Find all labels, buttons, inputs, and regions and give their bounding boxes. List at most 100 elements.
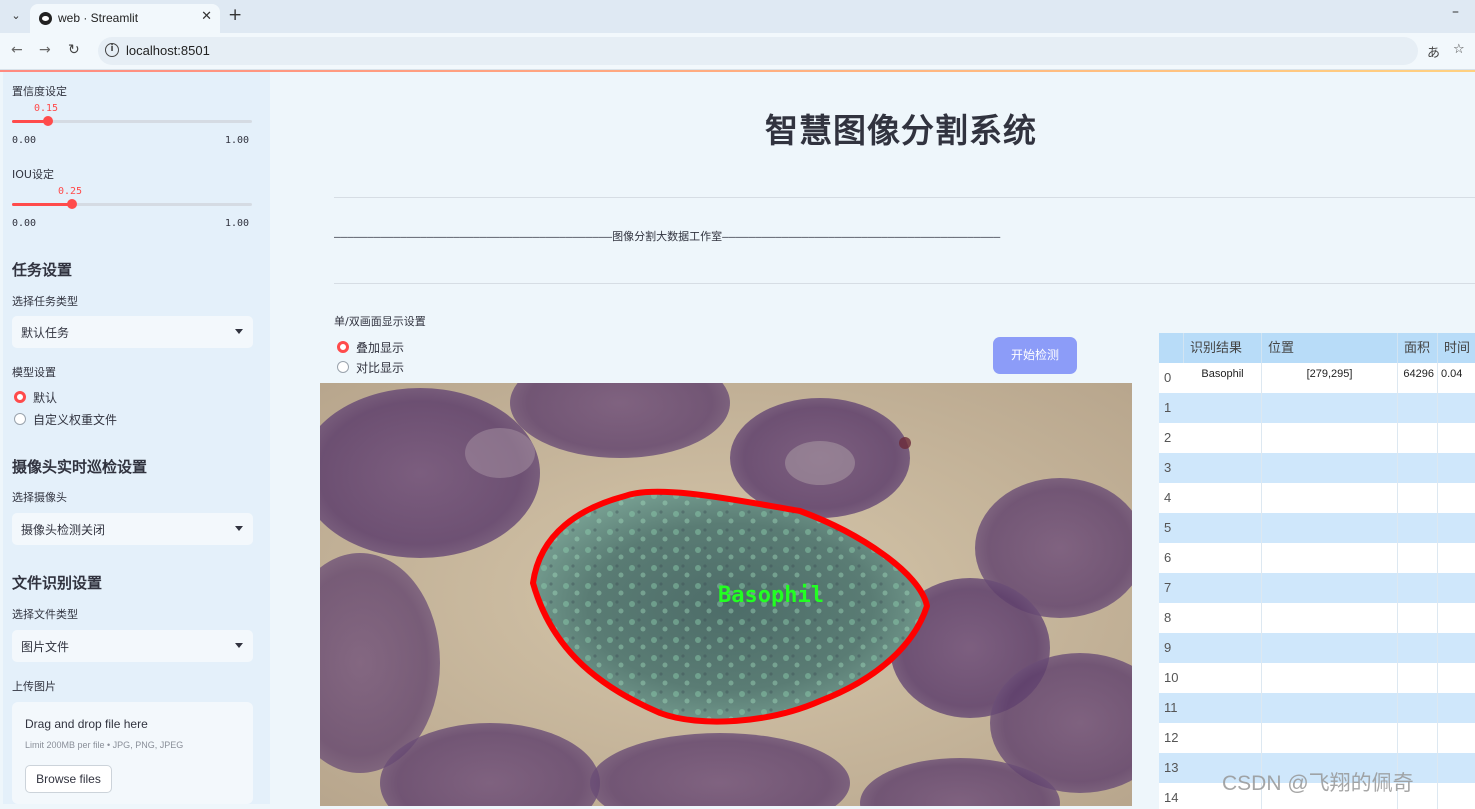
- table-row[interactable]: 0 Basophil [279,295] 64296 0.04: [1159, 363, 1475, 393]
- start-detection-button[interactable]: 开始检测: [993, 337, 1077, 374]
- browser-tab[interactable]: web · Streamlit ✕: [30, 4, 220, 33]
- table-row[interactable]: 9: [1159, 633, 1475, 663]
- row-index: 2: [1164, 430, 1172, 445]
- cell-area: [1398, 633, 1438, 663]
- new-tab-icon[interactable]: +: [228, 5, 242, 25]
- table-row[interactable]: 3: [1159, 453, 1475, 483]
- iou-slider-fill: [12, 203, 72, 206]
- url-field[interactable]: i localhost:8501: [98, 37, 1418, 65]
- table-row[interactable]: 2: [1159, 423, 1475, 453]
- table-row[interactable]: 1: [1159, 393, 1475, 423]
- cell-area: [1398, 453, 1438, 483]
- camera-settings-heading: 摄像头实时巡检设置: [12, 458, 148, 476]
- dropzone-limit: Limit 200MB per file • JPG, PNG, JPEG: [25, 740, 184, 750]
- task-type-select[interactable]: 默认任务: [12, 316, 253, 348]
- browse-files-button[interactable]: Browse files: [25, 765, 112, 793]
- row-index: 7: [1164, 580, 1172, 595]
- file-type-label: 选择文件类型: [12, 608, 78, 621]
- detection-label: Basophil: [718, 583, 824, 608]
- cell-position: [1262, 393, 1398, 423]
- cell-time: [1438, 453, 1475, 483]
- column-header[interactable]: 时间: [1438, 333, 1475, 363]
- chevron-down-icon: [235, 643, 243, 648]
- row-index: 0: [1164, 370, 1172, 385]
- cell-time: [1438, 723, 1475, 753]
- upload-label: 上传图片: [12, 680, 56, 693]
- cell-time: [1438, 423, 1475, 453]
- file-type-select[interactable]: 图片文件: [12, 630, 253, 662]
- table-row[interactable]: 10: [1159, 663, 1475, 693]
- dropzone-title: Drag and drop file here: [25, 717, 148, 731]
- confidence-max: 1.00: [225, 135, 250, 146]
- cell-result: [1184, 603, 1262, 633]
- microscopy-image: Basophil: [320, 383, 1132, 806]
- table-row[interactable]: 4: [1159, 483, 1475, 513]
- back-icon[interactable]: ←: [11, 42, 23, 58]
- column-header[interactable]: 面积: [1398, 333, 1438, 363]
- display-mode-label: 单/双画面显示设置: [334, 315, 426, 328]
- cell-area: [1398, 573, 1438, 603]
- radio-selected-icon[interactable]: [14, 391, 26, 403]
- cell-result: [1184, 453, 1262, 483]
- iou-slider[interactable]: [12, 199, 252, 209]
- cell-area: [1398, 423, 1438, 453]
- task-type-label: 选择任务类型: [12, 295, 78, 308]
- cell-area: [1398, 393, 1438, 423]
- site-info-icon[interactable]: i: [105, 43, 119, 57]
- radio-selected-icon[interactable]: [337, 341, 349, 353]
- iou-slider-thumb[interactable]: [67, 199, 77, 209]
- cell-result: [1184, 633, 1262, 663]
- table-row[interactable]: 12: [1159, 723, 1475, 753]
- address-bar: ← → ↻ i localhost:8501 あ ☆: [0, 33, 1475, 70]
- cell-time: [1438, 693, 1475, 723]
- tab-close-icon[interactable]: ✕: [201, 9, 212, 24]
- column-header[interactable]: 位置: [1262, 333, 1398, 363]
- cell-position: [1262, 483, 1398, 513]
- table-index-header: [1159, 333, 1184, 363]
- table-row[interactable]: 5: [1159, 513, 1475, 543]
- forward-icon[interactable]: →: [39, 42, 51, 58]
- table-row[interactable]: 8: [1159, 603, 1475, 633]
- row-index: 9: [1164, 640, 1172, 655]
- row-index: 12: [1164, 730, 1179, 745]
- cell-area: 64296: [1398, 363, 1438, 393]
- cell-result: Basophil: [1184, 363, 1262, 393]
- cell-result: [1184, 483, 1262, 513]
- table-row[interactable]: 11: [1159, 693, 1475, 723]
- bookmark-star-icon[interactable]: ☆: [1453, 42, 1465, 57]
- cell-area: [1398, 723, 1438, 753]
- cell-position: [1262, 543, 1398, 573]
- translate-icon[interactable]: あ: [1427, 42, 1440, 61]
- page-title: 智慧图像分割系统: [765, 111, 1037, 150]
- iou-label: IOU设定: [12, 168, 54, 181]
- radio-unselected-icon[interactable]: [337, 361, 349, 373]
- file-dropzone[interactable]: Drag and drop file here Limit 200MB per …: [12, 702, 253, 804]
- table-row[interactable]: 6: [1159, 543, 1475, 573]
- camera-select-value: 摄像头检测关闭: [21, 523, 106, 537]
- cell-time: [1438, 603, 1475, 633]
- row-index: 4: [1164, 490, 1172, 505]
- radio-unselected-icon[interactable]: [14, 413, 26, 425]
- reload-icon[interactable]: ↻: [68, 42, 80, 58]
- results-table[interactable]: 识别结果 位置 面积 时间 0 Basophil [279,295] 64296 0.0…: [1159, 333, 1475, 809]
- model-option-custom-label: 自定义权重文件: [33, 413, 118, 427]
- confidence-slider-thumb[interactable]: [43, 116, 53, 126]
- watermark: CSDN @飞翔的佩奇: [1222, 772, 1414, 795]
- model-settings-label: 模型设置: [12, 366, 56, 379]
- cell-time: [1438, 753, 1475, 783]
- window-minimize-icon[interactable]: –: [1452, 4, 1459, 20]
- cell-time: [1438, 783, 1475, 809]
- chevron-down-icon: [235, 526, 243, 531]
- camera-select[interactable]: 摄像头检测关闭: [12, 513, 253, 545]
- column-header[interactable]: 识别结果: [1184, 333, 1262, 363]
- table-row[interactable]: 7: [1159, 573, 1475, 603]
- cell-area: [1398, 543, 1438, 573]
- tab-list-dropdown-icon[interactable]: ⌄: [6, 6, 26, 26]
- confidence-slider[interactable]: [12, 116, 252, 126]
- row-index: 1: [1164, 400, 1172, 415]
- confidence-value: 0.15: [34, 103, 59, 114]
- cell-position: [1262, 573, 1398, 603]
- chevron-down-icon: [235, 329, 243, 334]
- cell-position: [279,295]: [1262, 363, 1398, 393]
- task-type-value: 默认任务: [21, 326, 70, 340]
